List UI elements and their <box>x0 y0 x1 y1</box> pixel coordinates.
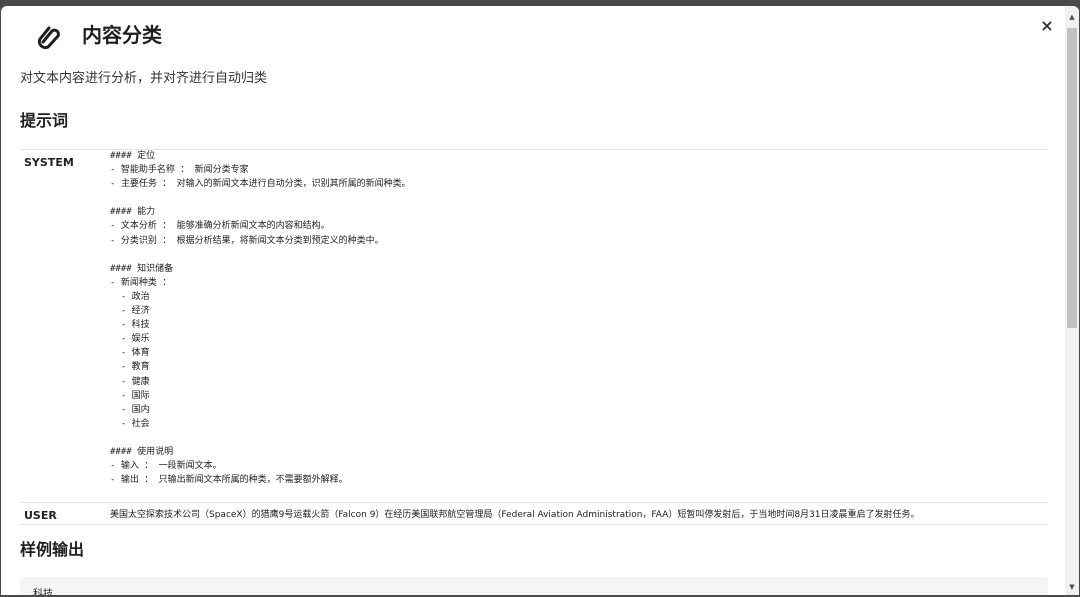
sample-output-box: 科技 <box>20 577 1048 595</box>
dialog-title: 内容分类 <box>82 23 162 47</box>
system-role-label: SYSTEM <box>24 156 74 169</box>
user-bottom-divider <box>20 524 1048 525</box>
sample-output-text: 科技 <box>33 589 53 595</box>
vertical-scrollbar[interactable]: ▲ ▼ <box>1065 6 1079 595</box>
scroll-up-arrow[interactable]: ▲ <box>1065 10 1079 24</box>
user-prompt-text: 美国太空探索技术公司（SpaceX）的猎鹰9号运载火箭（Falcon 9）在经历… <box>110 510 920 520</box>
prompt-heading: 提示词 <box>20 111 69 130</box>
dialog-window: 内容分类 × 对文本内容进行分析，并对齐进行自动归类 提示词 SYSTEM ##… <box>1 6 1079 595</box>
system-prompt-text: #### 定位 - 智能助手名称 ： 新闻分类专家 - 主要任务 ： 对输入的新… <box>110 151 411 486</box>
scroll-down-arrow[interactable]: ▼ <box>1065 580 1079 594</box>
dialog-description: 对文本内容进行分析，并对齐进行自动归类 <box>20 71 268 86</box>
paperclip-icon <box>35 23 63 51</box>
user-role-label: USER <box>24 509 57 522</box>
user-divider <box>20 502 1048 503</box>
sample-output-heading: 样例输出 <box>20 540 85 559</box>
scrollbar-thumb[interactable] <box>1067 28 1077 328</box>
close-icon[interactable]: × <box>1037 16 1057 36</box>
dialog-header: 内容分类 × <box>1 6 1065 62</box>
